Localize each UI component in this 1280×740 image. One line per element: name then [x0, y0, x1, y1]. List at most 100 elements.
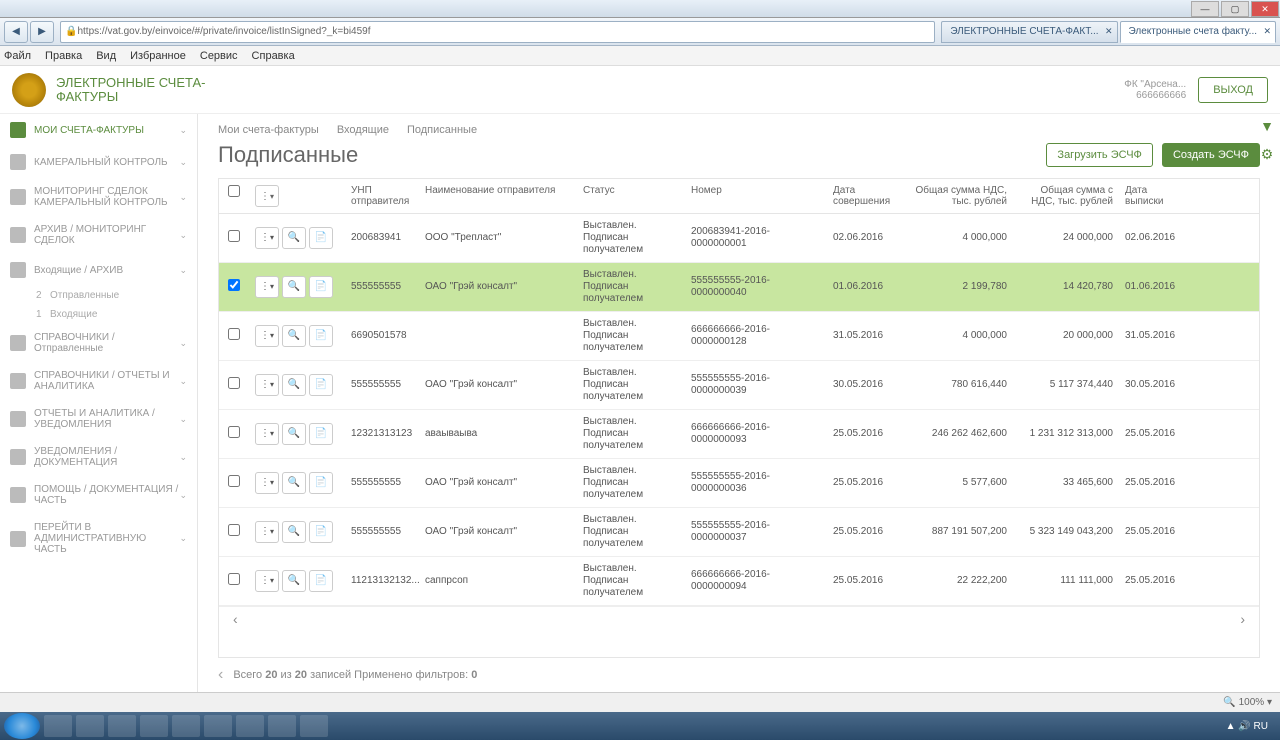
system-tray[interactable]: ▲ 🔊 RU	[1226, 721, 1276, 732]
sidebar-item[interactable]: ОТЧЕТЫ И АНАЛИТИКА / УВЕДОМЛЕНИЯ⌄	[0, 400, 197, 438]
row-view-button[interactable]: 🔍	[282, 374, 306, 396]
sidebar-item[interactable]: ПОМОЩЬ / ДОКУМЕНТАЦИЯ / ЧАСТЬ⌄	[0, 476, 197, 514]
breadcrumb-item[interactable]: Подписанные	[407, 124, 477, 136]
taskbar-app-icon[interactable]	[172, 715, 200, 737]
row-menu-button[interactable]: ⋮	[255, 423, 279, 445]
row-checkbox[interactable]	[228, 328, 240, 340]
back-button[interactable]: ◀	[4, 21, 28, 43]
tab-close-icon[interactable]: ✕	[1105, 26, 1113, 37]
table-row[interactable]: ⋮🔍📄6690501578Выставлен. Подписан получат…	[219, 312, 1259, 361]
tab-close-icon[interactable]: ✕	[1263, 26, 1271, 37]
row-view-button[interactable]: 🔍	[282, 423, 306, 445]
row-doc-button[interactable]: 📄	[309, 276, 333, 298]
sidebar-item[interactable]: ПЕРЕЙТИ В АДМИНИСТРАТИВНУЮ ЧАСТЬ⌄	[0, 514, 197, 563]
scroll-right-icon[interactable]: ›	[1234, 611, 1251, 627]
taskbar-app-icon[interactable]	[268, 715, 296, 737]
sidebar-item[interactable]: МОИ СЧЕТА-ФАКТУРЫ⌄	[0, 114, 197, 146]
upload-button[interactable]: Загрузить ЭСЧФ	[1046, 143, 1152, 167]
taskbar-app-icon[interactable]	[236, 715, 264, 737]
sidebar-item[interactable]: АРХИВ / МОНИТОРИНГ СДЕЛОК⌄	[0, 216, 197, 254]
col-status[interactable]: Статус	[577, 179, 685, 213]
sidebar-item[interactable]: СПРАВОЧНИКИ / ОТЧЕТЫ И АНАЛИТИКА⌄	[0, 362, 197, 400]
scroll-left-icon[interactable]: ‹	[227, 611, 244, 627]
browser-tab[interactable]: Электронные счета факту...✕	[1120, 21, 1276, 43]
sidebar-item[interactable]: УВЕДОМЛЕНИЯ / ДОКУМЕНТАЦИЯ⌄	[0, 438, 197, 476]
row-checkbox[interactable]	[228, 573, 240, 585]
table-row[interactable]: ⋮🔍📄200683941ООО "Трепласт"Выставлен. Под…	[219, 214, 1259, 263]
row-doc-button[interactable]: 📄	[309, 423, 333, 445]
menu-item[interactable]: Сервис	[200, 50, 238, 62]
taskbar-app-icon[interactable]	[204, 715, 232, 737]
start-button[interactable]	[4, 713, 40, 739]
row-menu-button[interactable]: ⋮	[255, 374, 279, 396]
sidebar-item[interactable]: КАМЕРАЛЬНЫЙ КОНТРОЛЬ⌄	[0, 146, 197, 178]
header-actions-menu[interactable]: ⋮	[255, 185, 279, 207]
table-row[interactable]: ⋮🔍📄11213132132...саппрсопВыставлен. Подп…	[219, 557, 1259, 606]
address-bar[interactable]: 🔒 https://vat.gov.by/einvoice/#/private/…	[60, 21, 935, 43]
taskbar-app-icon[interactable]	[140, 715, 168, 737]
row-doc-button[interactable]: 📄	[309, 472, 333, 494]
taskbar-app-icon[interactable]	[108, 715, 136, 737]
table-row[interactable]: ⋮🔍📄555555555ОАО "Грэй консалт"Выставлен.…	[219, 361, 1259, 410]
table-row[interactable]: ⋮🔍📄555555555ОАО "Грэй консалт"Выставлен.…	[219, 263, 1259, 312]
logout-button[interactable]: ВЫХОД	[1198, 77, 1268, 103]
col-sender[interactable]: Наименование отправителя	[419, 179, 577, 213]
col-number[interactable]: Номер	[685, 179, 827, 213]
col-date[interactable]: Дата совершения	[827, 179, 907, 213]
menu-item[interactable]: Файл	[4, 50, 31, 62]
sidebar-subitem[interactable]: 1Входящие	[0, 305, 197, 324]
row-menu-button[interactable]: ⋮	[255, 570, 279, 592]
menu-item[interactable]: Избранное	[130, 50, 186, 62]
gear-icon[interactable]: ⚙	[1258, 146, 1276, 164]
forward-button[interactable]: ▶	[30, 21, 54, 43]
row-menu-button[interactable]: ⋮	[255, 227, 279, 249]
taskbar-app-icon[interactable]	[76, 715, 104, 737]
row-checkbox[interactable]	[228, 426, 240, 438]
window-maximize[interactable]: ▢	[1221, 1, 1249, 17]
row-checkbox[interactable]	[228, 279, 240, 291]
sidebar-item[interactable]: Входящие / АРХИВ⌄	[0, 254, 197, 286]
select-all-checkbox[interactable]	[228, 185, 240, 197]
row-menu-button[interactable]: ⋮	[255, 276, 279, 298]
create-button[interactable]: Создать ЭСЧФ	[1162, 143, 1260, 167]
table-row[interactable]: ⋮🔍📄12321313123аваываываВыставлен. Подпис…	[219, 410, 1259, 459]
row-view-button[interactable]: 🔍	[282, 570, 306, 592]
sidebar-item[interactable]: СПРАВОЧНИКИ / Отправленные⌄	[0, 324, 197, 362]
filter-icon[interactable]: ▼	[1258, 118, 1276, 136]
row-menu-button[interactable]: ⋮	[255, 325, 279, 347]
col-unp[interactable]: УНП отправителя	[345, 179, 419, 213]
menu-item[interactable]: Справка	[252, 50, 295, 62]
table-row[interactable]: ⋮🔍📄555555555ОАО "Грэй консалт"Выставлен.…	[219, 459, 1259, 508]
row-menu-button[interactable]: ⋮	[255, 472, 279, 494]
window-minimize[interactable]: —	[1191, 1, 1219, 17]
row-checkbox[interactable]	[228, 230, 240, 242]
row-view-button[interactable]: 🔍	[282, 521, 306, 543]
row-menu-button[interactable]: ⋮	[255, 521, 279, 543]
row-checkbox[interactable]	[228, 524, 240, 536]
table-row[interactable]: ⋮🔍📄555555555ОАО "Грэй консалт"Выставлен.…	[219, 508, 1259, 557]
row-view-button[interactable]: 🔍	[282, 276, 306, 298]
breadcrumb-item[interactable]: Мои счета-фактуры	[218, 124, 319, 136]
row-view-button[interactable]: 🔍	[282, 227, 306, 249]
row-doc-button[interactable]: 📄	[309, 570, 333, 592]
col-total[interactable]: Общая сумма с НДС, тыс. рублей	[1013, 179, 1119, 213]
prev-page-icon[interactable]: ‹	[218, 666, 223, 684]
row-doc-button[interactable]: 📄	[309, 374, 333, 396]
row-view-button[interactable]: 🔍	[282, 472, 306, 494]
breadcrumb-item[interactable]: Входящие	[337, 124, 389, 136]
row-checkbox[interactable]	[228, 475, 240, 487]
row-view-button[interactable]: 🔍	[282, 325, 306, 347]
col-issued[interactable]: Дата выписки	[1119, 179, 1191, 213]
sidebar-item[interactable]: МОНИТОРИНГ СДЕЛОК КАМЕРАЛЬНЫЙ КОНТРОЛЬ⌄	[0, 178, 197, 216]
taskbar-app-icon[interactable]	[300, 715, 328, 737]
col-vat[interactable]: Общая сумма НДС, тыс. рублей	[907, 179, 1013, 213]
taskbar-app-icon[interactable]	[44, 715, 72, 737]
zoom-level[interactable]: 🔍 100% ▾	[1223, 697, 1272, 708]
menu-item[interactable]: Правка	[45, 50, 82, 62]
row-checkbox[interactable]	[228, 377, 240, 389]
menu-item[interactable]: Вид	[96, 50, 116, 62]
window-close[interactable]: ✕	[1251, 1, 1279, 17]
row-doc-button[interactable]: 📄	[309, 227, 333, 249]
sidebar-subitem[interactable]: 2Отправленные	[0, 286, 197, 305]
browser-tab[interactable]: ЭЛЕКТРОННЫЕ СЧЕТА-ФАКТ...✕	[941, 21, 1117, 43]
